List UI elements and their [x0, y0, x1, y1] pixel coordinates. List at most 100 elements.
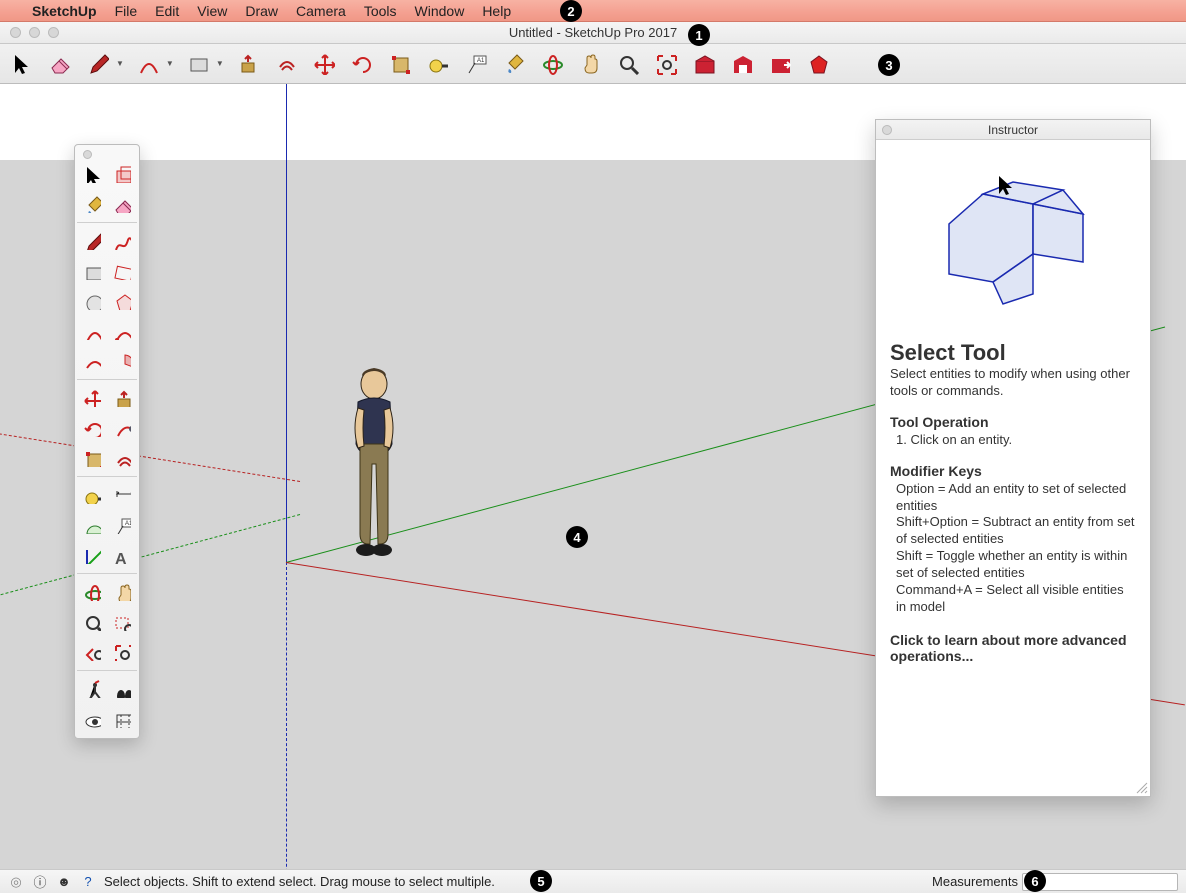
- top-toolbar: ▼ ▼ ▼: [0, 44, 1186, 84]
- pushpull-tool-button[interactable]: [107, 383, 137, 413]
- rotate-icon: [351, 53, 373, 75]
- paint-tool-button[interactable]: [500, 50, 528, 78]
- orbit-icon: [83, 583, 101, 601]
- instructor-subtitle: Select entities to modify when using oth…: [890, 366, 1136, 400]
- paint-icon: [503, 53, 525, 75]
- signin-icon[interactable]: ☻: [56, 874, 72, 890]
- rotate-tool-button[interactable]: [348, 50, 376, 78]
- eraser-tool-button[interactable]: [107, 189, 137, 219]
- measurements-input[interactable]: [1022, 873, 1178, 891]
- move-tool-button[interactable]: [77, 383, 107, 413]
- window-zoom-button[interactable]: [48, 27, 59, 38]
- zoom-extents-tool-button[interactable]: [107, 637, 137, 667]
- rotate-tool-button[interactable]: [77, 413, 107, 443]
- tape-tool-button[interactable]: [77, 480, 107, 510]
- menu-file[interactable]: File: [115, 3, 138, 19]
- 2pt-arc-tool-button[interactable]: [107, 316, 137, 346]
- window-close-button[interactable]: [10, 27, 21, 38]
- add-location-tool-button[interactable]: [690, 50, 718, 78]
- section-plane-tool-button[interactable]: [107, 704, 137, 734]
- make-component-tool-button[interactable]: [107, 159, 137, 189]
- offset-tool-button[interactable]: [107, 443, 137, 473]
- position-camera-tool-button[interactable]: [77, 674, 107, 704]
- cursor-icon: [11, 53, 33, 75]
- arc-dropdown-caret[interactable]: ▼: [166, 59, 174, 68]
- large-toolset[interactable]: [74, 144, 140, 739]
- zoom-tool-button[interactable]: [614, 50, 642, 78]
- menu-tools[interactable]: Tools: [364, 3, 397, 19]
- zoom-tool-button[interactable]: [77, 607, 107, 637]
- eraser-tool-button[interactable]: [46, 50, 74, 78]
- text-tool-button[interactable]: [462, 50, 490, 78]
- freehand-tool-button[interactable]: [107, 226, 137, 256]
- credits-icon[interactable]: ⓘ: [32, 874, 48, 890]
- menu-window[interactable]: Window: [415, 3, 465, 19]
- menu-help[interactable]: Help: [482, 3, 511, 19]
- walk-tool-button[interactable]: [107, 674, 137, 704]
- pushpull-tool-button[interactable]: [234, 50, 262, 78]
- line-tool-button[interactable]: [77, 226, 107, 256]
- arc2-icon: [113, 322, 131, 340]
- previous-tool-button[interactable]: [77, 637, 107, 667]
- arc-tool-button[interactable]: [134, 50, 162, 78]
- pan-tool-button[interactable]: [107, 577, 137, 607]
- circle-tool-button[interactable]: [77, 286, 107, 316]
- rectangle-tool-button[interactable]: [77, 256, 107, 286]
- protractor-tool-button[interactable]: [77, 510, 107, 540]
- shapes-dropdown-caret[interactable]: ▼: [216, 59, 224, 68]
- zoom-extents-tool-button[interactable]: [652, 50, 680, 78]
- extensions-tool-button[interactable]: [804, 50, 832, 78]
- help-icon[interactable]: ?: [80, 874, 96, 890]
- instructor-panel[interactable]: Instructor Select Tool Select entities t…: [875, 119, 1151, 797]
- window-minimize-button[interactable]: [29, 27, 40, 38]
- line-tool-button[interactable]: [84, 50, 112, 78]
- select-tool-button[interactable]: [8, 50, 36, 78]
- offset-tool-button[interactable]: [272, 50, 300, 78]
- poscam-icon: [83, 680, 101, 698]
- walk-icon: [113, 680, 131, 698]
- arc-icon: [137, 53, 159, 75]
- orbit-tool-button[interactable]: [77, 577, 107, 607]
- menu-view[interactable]: View: [197, 3, 227, 19]
- polygon-tool-button[interactable]: [107, 286, 137, 316]
- geo-icon[interactable]: ◎: [8, 874, 24, 890]
- 3dtext-icon: [113, 546, 131, 564]
- dimension-tool-button[interactable]: [107, 480, 137, 510]
- 3pt-arc-tool-button[interactable]: [77, 346, 107, 376]
- axes-tool-button[interactable]: [77, 540, 107, 570]
- look-around-tool-button[interactable]: [77, 704, 107, 734]
- select-tool-button[interactable]: [77, 159, 107, 189]
- scale-tool-button[interactable]: [386, 50, 414, 78]
- tape-tool-button[interactable]: [424, 50, 452, 78]
- line-dropdown-caret[interactable]: ▼: [116, 59, 124, 68]
- orbit-tool-button[interactable]: [538, 50, 566, 78]
- resize-handle-icon[interactable]: [1136, 782, 1148, 794]
- extension-warehouse-tool-button[interactable]: [766, 50, 794, 78]
- pie-tool-button[interactable]: [107, 346, 137, 376]
- move-tool-button[interactable]: [310, 50, 338, 78]
- zoomext-icon: [655, 53, 677, 75]
- scale-figure: [330, 364, 418, 567]
- instructor-learn-more-link[interactable]: Click to learn about more advanced opera…: [890, 632, 1127, 664]
- app-menu[interactable]: SketchUp: [32, 3, 97, 19]
- 3d-text-tool-button[interactable]: [107, 540, 137, 570]
- scale-tool-button[interactable]: [77, 443, 107, 473]
- arc-tool-button[interactable]: [77, 316, 107, 346]
- eraser-icon: [49, 53, 71, 75]
- rrect-icon: [113, 262, 131, 280]
- menu-draw[interactable]: Draw: [245, 3, 278, 19]
- menu-camera[interactable]: Camera: [296, 3, 346, 19]
- pushpull-icon: [237, 53, 259, 75]
- shapes-tool-button[interactable]: [184, 50, 212, 78]
- followme-tool-button[interactable]: [107, 413, 137, 443]
- paint-bucket-tool-button[interactable]: [77, 189, 107, 219]
- text-tool-button[interactable]: [107, 510, 137, 540]
- palette-grip[interactable]: [77, 149, 137, 159]
- pan-tool-button[interactable]: [576, 50, 604, 78]
- rotated-rect-tool-button[interactable]: [107, 256, 137, 286]
- mac-menubar[interactable]: SketchUp File Edit View Draw Camera Tool…: [0, 0, 1186, 22]
- viewport-3d[interactable]: Instructor Select Tool Select entities t…: [0, 84, 1186, 869]
- menu-edit[interactable]: Edit: [155, 3, 179, 19]
- zoom-window-tool-button[interactable]: [107, 607, 137, 637]
- warehouse-tool-button[interactable]: [728, 50, 756, 78]
